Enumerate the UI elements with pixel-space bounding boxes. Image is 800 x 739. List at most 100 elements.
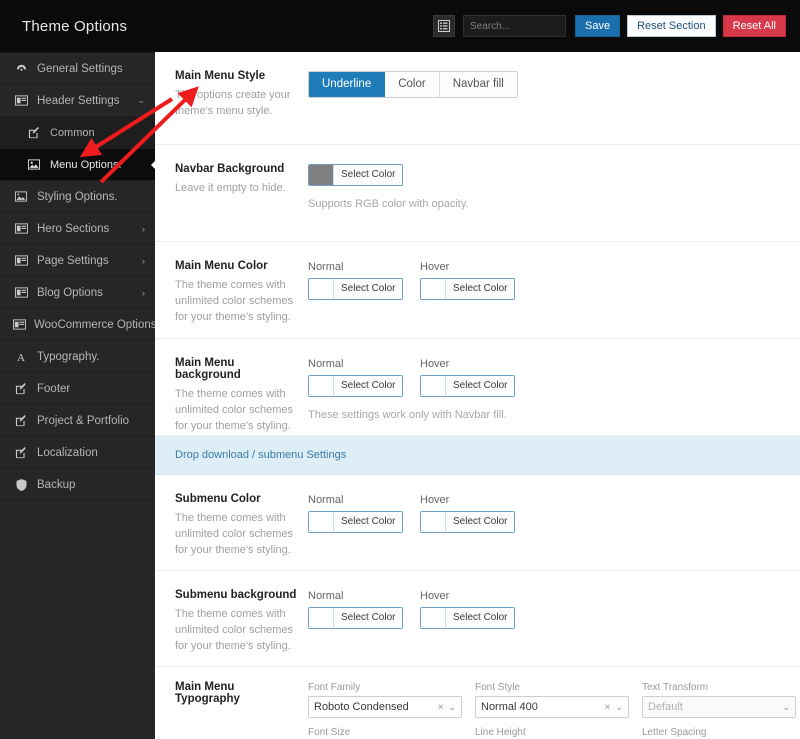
sidebar-item-backup[interactable]: Backup [0,469,155,501]
menu-style-option-color[interactable]: Color [385,72,440,97]
sidebar-item-page-settings[interactable]: Page Settings › [0,245,155,277]
sidebar-item-localization[interactable]: Localization [0,437,155,469]
main-menu-background-normal-picker[interactable]: Select Color [308,375,404,397]
sidebar-item-project-portfolio[interactable]: Project & Portfolio [0,405,155,437]
chevron-down-icon[interactable]: ⌄ [782,702,790,713]
sidebar-item-label: Localization [37,446,98,459]
select-color-label[interactable]: Select Color [446,512,515,532]
list-view-icon[interactable] [433,15,456,37]
color-swatch[interactable] [309,608,334,628]
sidebar-item-label: Backup [37,478,76,491]
select-color-label[interactable]: Select Color [334,608,403,628]
page-title: Theme Options [22,17,128,35]
window-icon [13,319,26,330]
clear-icon[interactable]: × [605,702,611,713]
font-style-select[interactable]: Normal 400 × ⌄ [475,696,629,718]
state-label-hover: Hover [420,261,450,273]
chevron-down-icon[interactable]: ⌄ [615,702,623,713]
color-swatch[interactable] [309,279,334,299]
letter-spacing-label: Letter Spacing [642,727,707,738]
sidebar-item-label: Page Settings [37,254,109,267]
font-style-group: Font Style Normal 400 × ⌄ [475,682,629,718]
font-family-value: Roboto Condensed [314,701,409,713]
normal-state-group: Normal Select Color [308,261,404,304]
sidebar-item-menu-options[interactable]: Menu Options. [0,149,156,181]
color-swatch[interactable] [309,512,334,532]
state-label-hover: Hover [420,494,450,506]
color-swatch[interactable] [421,608,446,628]
sidebar-item-typography[interactable]: A Typography. [0,341,155,373]
field-submenu-background: Submenu background The theme comes with … [155,571,800,667]
reset-all-button[interactable]: Reset All [722,15,786,37]
main-panel: Main Menu Style The options create your … [155,52,800,739]
chevron-down-icon[interactable]: ⌄ [448,702,456,713]
search-input[interactable] [463,15,567,37]
reset-section-button[interactable]: Reset Section [627,15,716,37]
menu-style-option-underline[interactable]: Underline [309,72,386,97]
color-swatch[interactable] [309,165,334,185]
font-family-select[interactable]: Roboto Condensed × ⌄ [308,696,462,718]
field-main-menu-style: Main Menu Style The options create your … [155,52,800,145]
select-color-label[interactable]: Select Color [446,376,515,396]
sidebar-item-label: Menu Options. [50,158,122,171]
color-swatch[interactable] [421,279,446,299]
field-title: Main Menu Style [175,70,266,82]
select-color-label[interactable]: Select Color [334,376,403,396]
text-transform-label: Text Transform [642,682,709,693]
save-button[interactable]: Save [575,15,621,37]
color-swatch[interactable] [421,512,446,532]
sidebar-item-footer[interactable]: Footer [0,373,155,405]
text-transform-select[interactable]: Default ⌄ [642,696,796,718]
shield-icon [13,478,29,491]
sidebar: General Settings Header Settings ⌄ Commo… [0,52,160,739]
pencil-square-icon [13,382,29,395]
field-control-block: Underline Color Navbar fill [308,70,800,126]
sidebar-item-blog-options[interactable]: Blog Options › [0,277,155,309]
field-title: Submenu Color [175,493,261,505]
sidebar-item-styling-options[interactable]: Styling Options. [0,181,155,213]
menu-style-button-group[interactable]: Underline Color Navbar fill [308,71,518,98]
main-menu-color-hover-picker[interactable]: Select Color [420,278,516,300]
select-color-label[interactable]: Select Color [446,279,515,299]
window-icon [13,95,29,106]
select-color-label[interactable]: Select Color [334,512,403,532]
text-transform-value: Default [648,701,683,713]
field-description: The theme comes with unlimited color sch… [175,279,293,323]
font-family-label: Font Family [308,682,361,693]
hover-state-group: Hover Select Color [420,261,516,304]
sidebar-item-general-settings[interactable]: General Settings [0,53,155,85]
field-title: Main Menu Typography [175,681,240,705]
sidebar-item-woocommerce-options[interactable]: WooCommerce Options › [0,309,160,341]
hover-state-group: Hover Select Color [420,494,516,537]
font-style-label: Font Style [475,682,521,693]
main-menu-background-hover-picker[interactable]: Select Color [420,375,516,397]
sidebar-item-hero-sections[interactable]: Hero Sections › [0,213,155,245]
select-color-label[interactable]: Select Color [334,165,403,185]
sidebar-item-header-settings[interactable]: Header Settings ⌄ [0,85,155,117]
submenu-color-normal-picker[interactable]: Select Color [308,511,404,533]
chevron-down-icon: ⌄ [137,95,145,105]
submenu-background-hover-picker[interactable]: Select Color [420,607,516,629]
field-control-block: Font Family Roboto Condensed × ⌄ Font St… [308,681,800,739]
color-swatch[interactable] [309,376,334,396]
main-menu-color-normal-picker[interactable]: Select Color [308,278,404,300]
submenu-background-normal-picker[interactable]: Select Color [308,607,404,629]
submenu-settings-banner: Drop download / submenu Settings [155,436,800,475]
sidebar-item-common[interactable]: Common [0,117,155,149]
select-color-label[interactable]: Select Color [334,279,403,299]
field-label-block: Submenu Color The theme comes with unlim… [175,493,308,556]
sidebar-item-label: Common [50,126,95,139]
submenu-color-hover-picker[interactable]: Select Color [420,511,516,533]
menu-style-option-navbar-fill[interactable]: Navbar fill [439,72,517,97]
sidebar-item-label: General Settings [37,62,123,75]
dashboard-icon [13,62,29,75]
sidebar-item-label: WooCommerce Options [34,318,157,331]
clear-icon[interactable]: × [438,702,444,713]
navbar-background-color-picker[interactable]: Select Color [308,164,404,186]
image-icon [26,159,42,170]
font-size-group: Font Size 17 px [308,727,462,739]
sidebar-item-label: Hero Sections [37,222,110,235]
select-color-label[interactable]: Select Color [446,608,515,628]
field-control-block: Normal Select Color Hover Select Color [308,493,800,552]
color-swatch[interactable] [421,376,446,396]
